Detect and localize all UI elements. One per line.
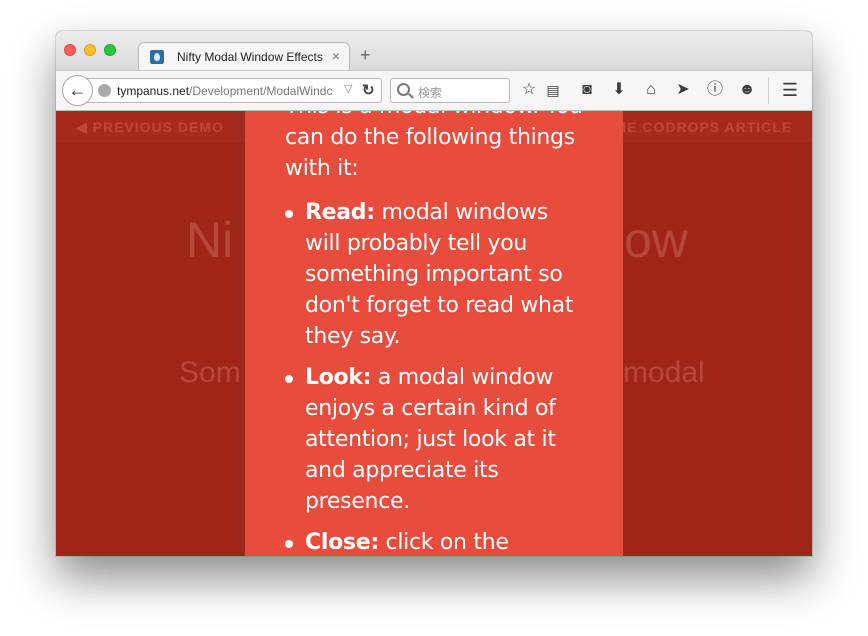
modal-window: This is a modal window. You can do the f… [245, 111, 623, 556]
page-subtitle-left: Som [179, 356, 241, 389]
pocket-icon[interactable]: ◙ [577, 80, 597, 100]
list-item: Read: modal windows will probably tell y… [285, 197, 585, 352]
page-title-left: Ni [186, 212, 234, 268]
home-icon[interactable]: ⌂ [641, 80, 661, 100]
list-item: Look: a modal window enjoys a certain ki… [285, 362, 585, 517]
modal-list: Read: modal windows will probably tell y… [285, 197, 585, 556]
menu-icon[interactable]: ☰ [780, 80, 800, 100]
modal-intro: This is a modal window. You can do the f… [285, 111, 583, 181]
toolbar-divider [768, 77, 769, 104]
smiley-icon[interactable]: ☻ [737, 80, 757, 100]
info-icon[interactable]: ⓘ [705, 80, 725, 100]
zoom-window-button[interactable] [104, 44, 116, 56]
url-path: /Development/ModalWindc [189, 84, 333, 98]
search-input[interactable]: 検索 [390, 78, 510, 103]
back-icon: ← [68, 80, 87, 100]
url-text[interactable]: tympanus.net/Development/ModalWindc [117, 84, 339, 98]
tab-close-icon[interactable]: × [332, 48, 340, 64]
search-placeholder: 検索 [418, 86, 443, 100]
list-item: Close: click on the button [285, 527, 585, 556]
previous-demo-link[interactable]: ◀ PREVIOUS DEMO [76, 119, 224, 136]
modal-content: This is a modal window. You can do the f… [285, 111, 585, 556]
list-item-label: Look: [305, 365, 372, 390]
bookmark-star-icon[interactable]: ☆ [519, 80, 539, 100]
browser-window: Nifty Modal Window Effects × + tympanus.… [56, 31, 812, 556]
send-icon[interactable]: ➤ [673, 80, 693, 100]
url-dropdown-icon[interactable]: ▽ [344, 82, 352, 95]
reading-list-icon[interactable]: ▤ [543, 80, 563, 100]
new-tab-button[interactable]: + [360, 46, 371, 64]
tab-bar: Nifty Modal Window Effects × + [56, 31, 812, 71]
page-title-right: ow [624, 212, 688, 268]
favicon-icon [150, 50, 164, 64]
codrops-article-link[interactable]: HE CODROPS ARTICLE [616, 119, 792, 135]
tab-title: Nifty Modal Window Effects [177, 50, 323, 64]
url-bar[interactable]: tympanus.net/Development/ModalWindc ▽ ↻ [86, 78, 382, 103]
url-host: tympanus.net [117, 84, 190, 98]
reload-icon[interactable]: ↻ [362, 81, 375, 99]
download-icon[interactable]: ⬇ [609, 80, 629, 100]
globe-icon [98, 84, 111, 97]
back-button[interactable]: ← [62, 75, 93, 106]
close-window-button[interactable] [64, 44, 76, 56]
navigation-bar: tympanus.net/Development/ModalWindc ▽ ↻ … [56, 70, 812, 111]
page-subtitle-right: modal [623, 356, 705, 389]
list-item-label: Read: [305, 200, 375, 225]
page-content: ◀ PREVIOUS DEMO HE CODROPS ARTICLE Ni ow… [56, 111, 812, 556]
list-item-label: Close: [305, 530, 379, 555]
minimize-window-button[interactable] [84, 44, 96, 56]
tab-nifty-modal[interactable]: Nifty Modal Window Effects × [138, 42, 350, 71]
search-icon [397, 83, 410, 96]
